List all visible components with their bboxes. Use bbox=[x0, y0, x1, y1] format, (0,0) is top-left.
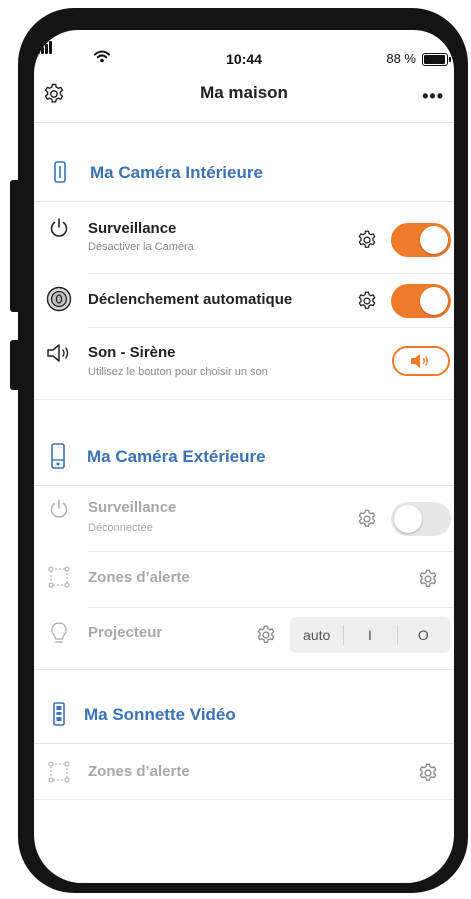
speaker-icon bbox=[411, 354, 428, 368]
auto-trigger-settings-icon[interactable] bbox=[356, 290, 378, 317]
more-icon[interactable]: ••• bbox=[422, 86, 444, 107]
phone-side-button bbox=[10, 180, 20, 312]
projector-settings-icon[interactable] bbox=[255, 624, 277, 651]
power-icon bbox=[48, 217, 70, 244]
auto-trigger-label: Déclenchement automatique bbox=[88, 291, 293, 308]
outdoor-surveillance-label: Surveillance bbox=[88, 499, 177, 516]
outdoor-alert-zones-settings-icon[interactable] bbox=[417, 568, 439, 595]
siren-label: Son - Sirène bbox=[88, 344, 176, 361]
outdoor-surveillance-sub: Déconnectée bbox=[88, 522, 153, 534]
header-divider bbox=[34, 122, 454, 123]
doorbell-alert-zones-label: Zones d’alerte bbox=[88, 763, 190, 780]
power-icon bbox=[48, 498, 70, 525]
doorbell-title: Ma Sonnette Vidéo bbox=[84, 705, 236, 724]
section-divider bbox=[34, 485, 454, 486]
section-divider bbox=[34, 399, 454, 400]
projector-label: Projecteur bbox=[88, 624, 163, 641]
app-screen: 10:44 88 % Ma maison ••• Ma Caméra Intér… bbox=[34, 30, 454, 883]
surveillance-sub: Désactiver la Caméra bbox=[88, 241, 194, 253]
alert-zone-icon bbox=[48, 566, 70, 593]
toggle-knob bbox=[420, 226, 448, 254]
outdoor-surveillance-toggle[interactable] bbox=[391, 502, 451, 536]
section-divider bbox=[34, 669, 454, 670]
indoor-camera-title: Ma Caméra Intérieure bbox=[90, 163, 263, 182]
outdoor-alert-zones-label: Zones d’alerte bbox=[88, 569, 190, 586]
battery-percent: 88 % bbox=[386, 51, 416, 66]
app-header: Ma maison ••• bbox=[34, 78, 454, 120]
row-separator bbox=[88, 607, 454, 608]
outdoor-surveillance-settings-icon[interactable] bbox=[356, 508, 378, 535]
indoor-camera-icon bbox=[54, 161, 66, 188]
status-bar: 10:44 88 % bbox=[34, 30, 454, 70]
doorbell-icon bbox=[53, 702, 65, 731]
toggle-knob bbox=[394, 505, 422, 533]
toggle-knob bbox=[420, 287, 448, 315]
projector-mode-off[interactable]: O bbox=[396, 617, 450, 653]
speaker-icon bbox=[46, 343, 72, 368]
surveillance-settings-icon[interactable] bbox=[356, 229, 378, 256]
phone-side-button bbox=[10, 340, 20, 390]
siren-sound-button[interactable] bbox=[392, 346, 450, 376]
outdoor-camera-title: Ma Caméra Extérieure bbox=[87, 447, 266, 466]
section-divider bbox=[34, 743, 454, 744]
section-divider bbox=[34, 201, 454, 202]
projector-mode-on[interactable]: I bbox=[343, 617, 396, 653]
surveillance-toggle[interactable] bbox=[391, 223, 451, 257]
projector-mode-auto[interactable]: auto bbox=[290, 617, 343, 653]
surveillance-label: Surveillance bbox=[88, 220, 177, 237]
motion-sensor-icon bbox=[46, 286, 72, 317]
row-separator bbox=[88, 273, 454, 274]
doorbell-alert-zones-settings-icon[interactable] bbox=[417, 762, 439, 789]
auto-trigger-toggle[interactable] bbox=[391, 284, 451, 318]
alert-zone-icon bbox=[48, 761, 70, 788]
section-divider bbox=[34, 799, 454, 800]
projector-mode-selector[interactable]: auto I O bbox=[290, 617, 450, 653]
battery-icon bbox=[422, 53, 451, 66]
lightbulb-icon bbox=[48, 621, 70, 650]
row-separator bbox=[88, 551, 454, 552]
row-separator bbox=[88, 327, 454, 328]
siren-sub: Utilisez le bouton pour choisir un son bbox=[88, 366, 268, 378]
page-title: Ma maison bbox=[200, 83, 288, 102]
outdoor-camera-icon bbox=[51, 443, 65, 474]
